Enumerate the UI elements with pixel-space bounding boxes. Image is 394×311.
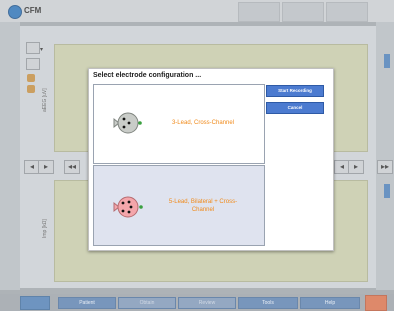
start-recording-button[interactable]: Start Recording — [266, 85, 324, 97]
option-5-lead-label: 5-Lead, Bilateral + Cross-Channel — [168, 199, 238, 213]
head-5-lead-icon — [113, 196, 143, 218]
head-3-lead-icon — [113, 112, 142, 134]
option-3-lead-label: 3-Lead, Cross-Channel — [171, 120, 235, 126]
dialog-title: Select electrode configuration ... — [93, 72, 202, 79]
cancel-button[interactable]: Cancel — [266, 102, 324, 114]
